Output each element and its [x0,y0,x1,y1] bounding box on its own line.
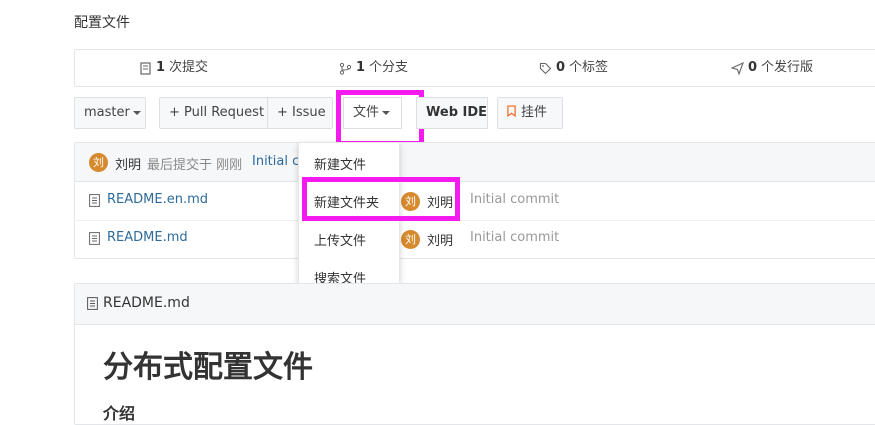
file-name-link[interactable]: README.md [107,230,188,245]
file-commit-author[interactable]: 刘明 [427,230,453,249]
web-ide-button[interactable]: Web IDE [416,97,488,129]
releases-stat[interactable]: 0 个发行版 [731,50,813,86]
menu-item-new-file[interactable]: 新建文件 [314,154,366,173]
issue-button[interactable]: + Issue [267,97,333,129]
file-commit-message[interactable]: Initial commit [470,192,559,207]
releases-count: 0 [748,60,758,75]
menu-item-upload-file[interactable]: 上传文件 [314,230,366,249]
release-icon [731,61,744,75]
bookmark-icon [507,105,516,118]
readme-subheading: 介绍 [103,404,136,423]
branch-select[interactable]: master [74,97,146,129]
branch-name: master [84,105,130,120]
tags-label: 个标签 [569,60,609,75]
readme-header: README.md [75,284,875,325]
branch-icon [339,62,352,75]
branches-stat[interactable]: 1 个分支 [339,50,408,86]
file-commit-message[interactable]: Initial commit [470,230,559,245]
highlight-box-new-folder [302,177,460,221]
latest-commit-bar: 刘 刘明 最后提交于 刚刚 Initial co [75,143,875,182]
avatar[interactable]: 刘 [89,153,108,172]
pin-label: 挂件 [521,105,548,120]
file-icon [89,232,100,245]
latest-commit-author[interactable]: 刘明 [115,154,141,173]
commit-icon [140,61,151,75]
file-icon [89,194,100,207]
chevron-down-icon [132,110,141,115]
highlight-box-file-button [336,90,424,146]
tags-count: 0 [556,60,566,75]
tag-icon [539,62,552,74]
repo-stats-bar: 1 次提交 1 个分支 0 个标签 0 个发行版 [74,49,875,87]
branches-label: 个分支 [369,60,409,75]
file-name-link[interactable]: README.en.md [107,192,208,207]
latest-commit-meta: 最后提交于 刚刚 [147,158,243,173]
file-icon [87,297,98,310]
commits-stat[interactable]: 1 次提交 [139,50,208,86]
branches-count: 1 [356,60,366,75]
table-row: README.md 刘 刘明 Initial commit [75,220,875,258]
readme-filename: README.md [103,295,190,311]
pin-button[interactable]: 挂件 [497,97,563,129]
pull-request-button[interactable]: + Pull Request [159,97,268,129]
table-row: README.en.md 刘 刘明 Initial commit [75,182,875,221]
releases-label: 个发行版 [761,60,814,75]
readme-heading: 分布式配置文件 [103,350,313,385]
commits-count: 1 [156,60,166,75]
tags-stat[interactable]: 0 个标签 [539,50,608,86]
avatar[interactable]: 刘 [401,230,420,249]
page-title: 配置文件 [74,15,130,31]
commits-label: 次提交 [169,60,209,75]
readme-panel: README.md 分布式配置文件 介绍 [74,283,875,425]
file-list: 刘 刘明 最后提交于 刚刚 Initial co README.en.md 刘 … [74,142,875,259]
